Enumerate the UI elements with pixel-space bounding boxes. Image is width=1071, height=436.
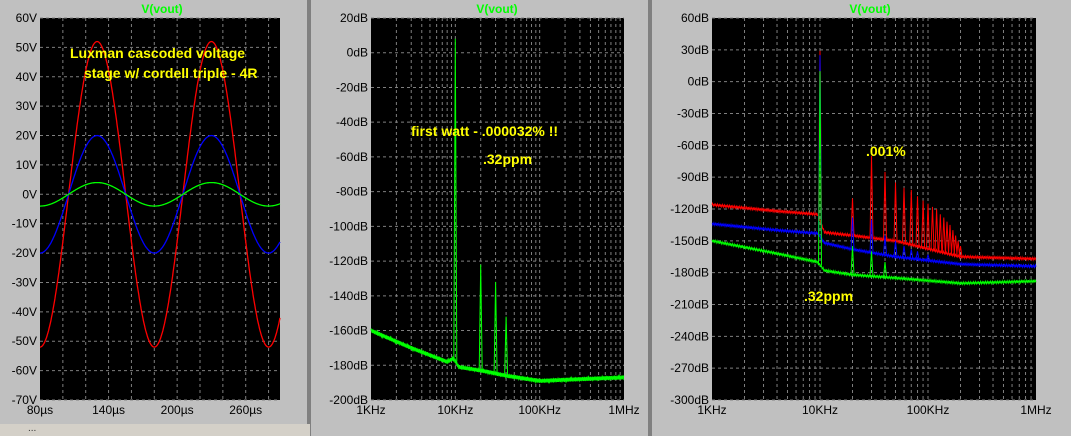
annotation-line-2: stage w/ cordell triple - 4R — [84, 65, 258, 81]
y-tick-label: 0dB — [688, 75, 709, 89]
y-tick-label: 20V — [16, 129, 37, 143]
y-tick-label: -60V — [12, 364, 37, 378]
y-tick-label: -120dB — [329, 254, 368, 268]
y-tick-label: -40V — [12, 305, 37, 319]
x-tick-label: 1MHz — [608, 403, 639, 417]
y-tick-label: -240dB — [670, 329, 709, 343]
y-tick-label: 60V — [16, 11, 37, 25]
y-tick-label: -20V — [12, 246, 37, 260]
y-tick-label: -120dB — [670, 202, 709, 216]
chart-title: V(vout) — [476, 2, 517, 16]
x-tick-label: 140µs — [92, 403, 125, 417]
y-tick-label: -90dB — [677, 170, 709, 184]
x-tick-label: 100KHz — [907, 403, 950, 417]
y-tick-label: 40V — [16, 70, 37, 84]
spectrum-chart-multi: V(vout) 60dB 30dB 0dB -30dB -60dB -90dB -120dB -… — [670, 2, 1051, 417]
y-tick-label: -160dB — [329, 324, 368, 338]
y-tick-label: 0V — [22, 187, 37, 201]
y-tick-label: 20dB — [340, 11, 368, 25]
y-tick-label: 0dB — [347, 46, 368, 60]
y-tick-label: -60dB — [336, 150, 368, 164]
y-tick-label: -50V — [12, 334, 37, 348]
waveform-chart: V(vout) 60V 50V 40V 30V 20V 10V 0V -10V -20V -30V -… — [12, 2, 281, 417]
waveform-panel: V(vout) 60V 50V 40V 30V 20V 10V 0V -10V -20V -30V -… — [0, 0, 307, 436]
y-tick-label: -180dB — [670, 266, 709, 280]
y-tick-label: 30dB — [681, 43, 709, 57]
annotation-line-1: Luxman cascoded voltage — [70, 45, 245, 61]
y-tick-label: -40dB — [336, 115, 368, 129]
x-tick-label: 10KHz — [437, 403, 473, 417]
x-tick-label: 100KHz — [518, 403, 561, 417]
y-tick-label: -270dB — [670, 361, 709, 375]
y-tick-label: 30V — [16, 99, 37, 113]
y-tick-label: -30dB — [677, 107, 709, 121]
spectrum-panel-multi: V(vout) 60dB 30dB 0dB -30dB -60dB -90dB -120dB -… — [652, 0, 1071, 436]
x-tick-label: 1KHz — [697, 403, 726, 417]
plot-background — [371, 18, 624, 400]
chart-title: V(vout) — [141, 2, 182, 16]
y-tick-label: -100dB — [329, 219, 368, 233]
y-tick-label: -60dB — [677, 138, 709, 152]
y-tick-label: -20dB — [336, 80, 368, 94]
x-tick-label: 200µs — [161, 403, 194, 417]
y-tick-label: -210dB — [670, 298, 709, 312]
y-tick-label: -30V — [12, 275, 37, 289]
chart-title: V(vout) — [849, 2, 890, 16]
x-tick-label: 10KHz — [802, 403, 838, 417]
status-text: ... — [28, 423, 37, 434]
y-tick-label: -180dB — [329, 358, 368, 372]
x-tick-label: 1MHz — [1020, 403, 1051, 417]
y-tick-label: -140dB — [329, 289, 368, 303]
spectrum-chart-1w: V(vout) 20dB 0dB -20dB -40dB -60dB -80dB -100dB… — [329, 2, 639, 417]
annotation-0: first watt - .000032% !! — [411, 123, 558, 139]
y-tick-label: -80dB — [336, 185, 368, 199]
annotation-1: .32ppm — [483, 151, 532, 167]
x-tick-label: 260µs — [229, 403, 262, 417]
y-tick-label: 50V — [16, 40, 37, 54]
y-tick-label: -150dB — [670, 234, 709, 248]
x-tick-label: 80µs — [27, 403, 53, 417]
spectrum-panel-1w: V(vout) 20dB 0dB -20dB -40dB -60dB -80dB -100dB… — [311, 0, 648, 436]
annotation-0: .001% — [866, 143, 906, 159]
y-tick-label: 60dB — [681, 11, 709, 25]
y-tick-label: 10V — [16, 158, 37, 172]
annotation-1: .32ppm — [804, 288, 853, 304]
x-tick-label: 1KHz — [356, 403, 385, 417]
status-bar: ... — [0, 423, 310, 436]
y-tick-label: -10V — [12, 217, 37, 231]
